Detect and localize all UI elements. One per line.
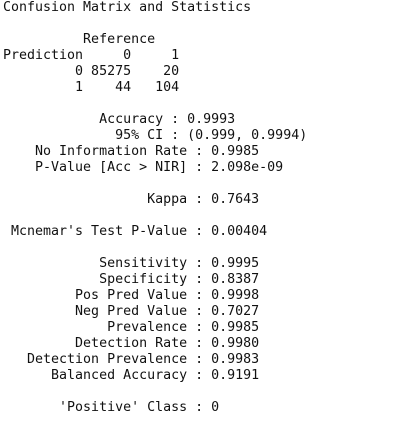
- stat-neg-pred-value: Neg Pred Value : 0.7027: [3, 304, 260, 319]
- stat-pvalue: P-Value [Acc > NIR] : 2.098e-09: [3, 160, 284, 175]
- stat-prevalence: Prevalence : 0.9985: [3, 320, 260, 335]
- stat-sensitivity: Sensitivity : 0.9995: [3, 256, 260, 271]
- output-title: Confusion Matrix and Statistics: [3, 0, 252, 15]
- stat-pos-pred-value: Pos Pred Value : 0.9998: [3, 288, 260, 303]
- stat-balanced-accuracy: Balanced Accuracy : 0.9191: [3, 368, 260, 383]
- matrix-row-1: 1 44 104: [3, 80, 180, 95]
- matrix-row-0: 0 85275 20: [3, 64, 180, 79]
- stat-mcnemar: Mcnemar's Test P-Value : 0.00404: [3, 224, 268, 239]
- stat-detection-rate: Detection Rate : 0.9980: [3, 336, 260, 351]
- stat-ci: 95% CI : (0.999, 0.9994): [3, 128, 308, 143]
- stat-positive-class: 'Positive' Class : 0: [3, 400, 220, 415]
- stat-nir: No Information Rate : 0.9985: [3, 144, 260, 159]
- console-output: Confusion Matrix and Statistics Referenc…: [3, 0, 402, 423]
- stat-specificity: Specificity : 0.8387: [3, 272, 260, 287]
- matrix-header-row: Prediction 0 1: [3, 48, 180, 63]
- reference-header: Reference: [3, 32, 156, 47]
- stat-detection-prevalence: Detection Prevalence : 0.9983: [3, 352, 260, 367]
- stat-kappa: Kappa : 0.7643: [3, 192, 260, 207]
- stat-accuracy: Accuracy : 0.9993: [3, 112, 236, 127]
